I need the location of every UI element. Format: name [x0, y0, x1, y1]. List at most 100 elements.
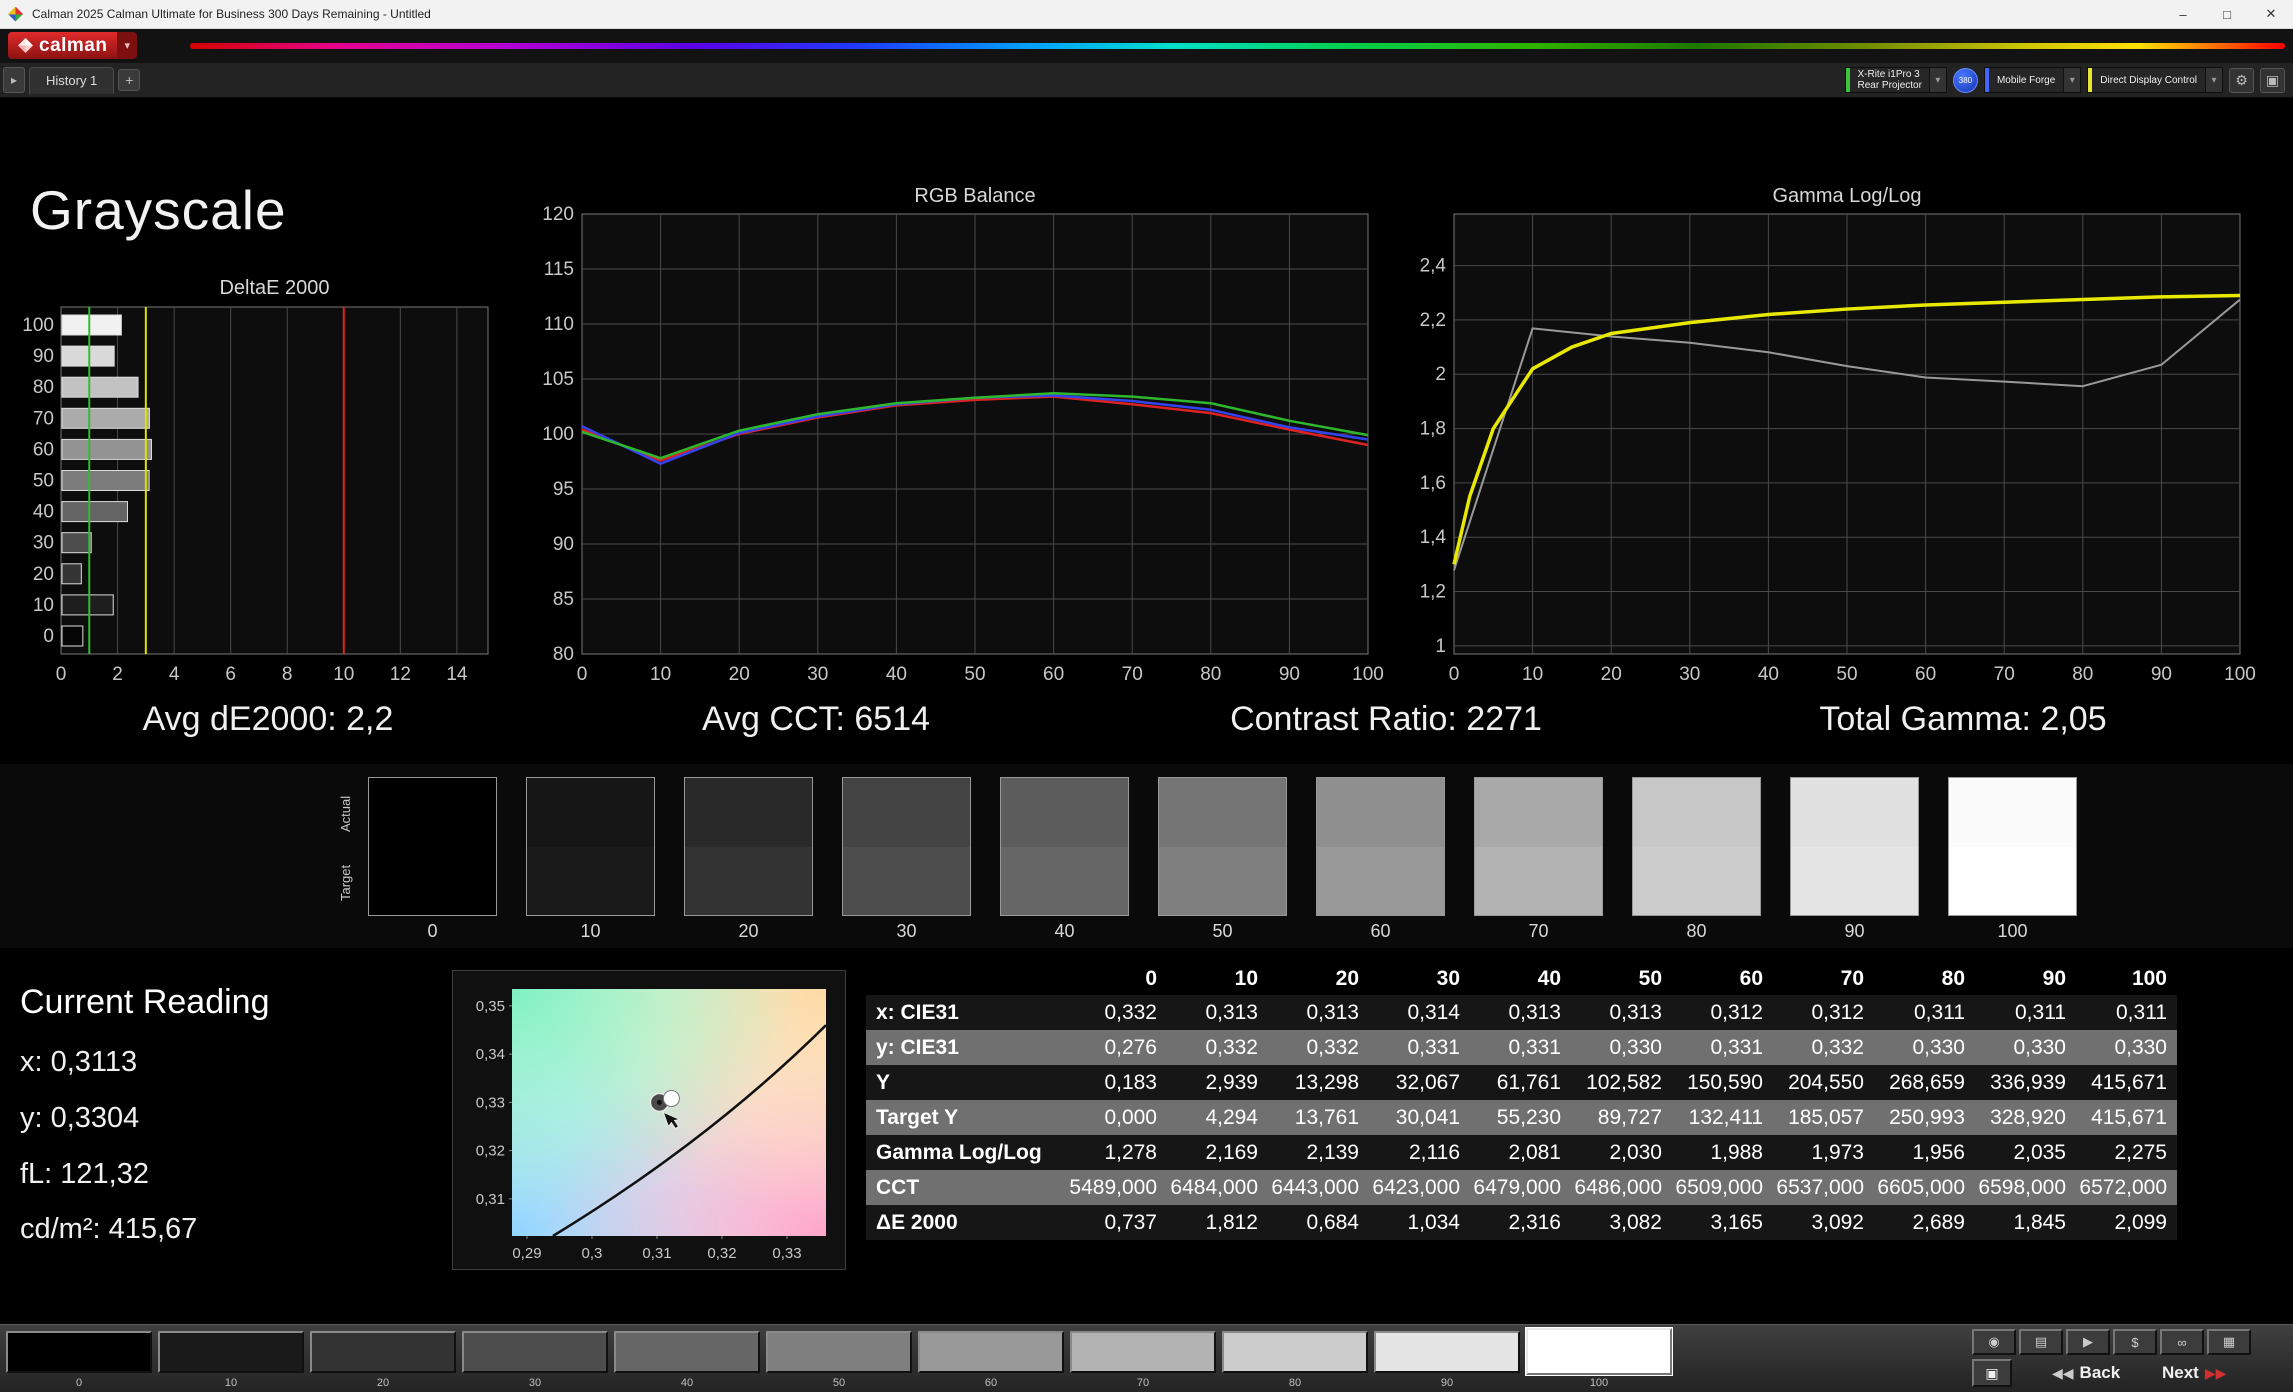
table-row: y: CIE31 0,276 0,332 0,332 0,331 0,331 0,330 0,…	[866, 1030, 2177, 1065]
minimize-button[interactable]: –	[2161, 0, 2205, 28]
table-cell: 2,139	[1306, 1140, 1359, 1164]
chevron-down-icon[interactable]: ▾	[2063, 68, 2081, 92]
meter-selector[interactable]: X-Rite i1Pro 3 Rear Projector ▾	[1845, 67, 1947, 93]
chevron-down-icon[interactable]: ▾	[2205, 68, 2222, 92]
back-button[interactable]: ◀◀ Back	[2052, 1359, 2120, 1387]
measured-point-marker	[662, 1089, 680, 1107]
swatch-actual	[527, 778, 654, 847]
column-header: 60	[1739, 967, 1763, 990]
session-tab-bar: ▸ History 1 + X-Rite i1Pro 3 Rear Projec…	[0, 63, 2293, 98]
deltae-bar-100	[61, 314, 122, 336]
patch-button-20[interactable]	[310, 1331, 456, 1373]
deltae-bar-90	[61, 345, 115, 367]
chevron-down-icon[interactable]: ▾	[1928, 68, 1946, 92]
tick-label: 115	[544, 259, 574, 280]
tick-label: 90	[33, 346, 54, 367]
tick-label: 4	[169, 664, 180, 685]
patch-button-50[interactable]	[766, 1331, 912, 1373]
table-cell: 0,000	[1104, 1105, 1157, 1129]
table-cell: 0,312	[1710, 1000, 1763, 1024]
grayscale-swatch-0	[368, 777, 497, 916]
meter-status-badge[interactable]: 380	[1952, 67, 1978, 93]
tick-label: 20	[33, 564, 54, 585]
tab-history-1[interactable]: History 1	[29, 66, 115, 94]
continuous-measure-icon[interactable]: ∞	[2160, 1329, 2204, 1355]
table-cell: 4,294	[1205, 1105, 1258, 1129]
patch-button-90[interactable]	[1374, 1331, 1520, 1373]
settings-gear-button[interactable]: ⚙	[2229, 67, 2254, 93]
current-reading-title: Current Reading	[20, 983, 270, 1021]
swatch-level-label: 40	[1054, 921, 1075, 941]
patch-button-0[interactable]	[6, 1331, 152, 1373]
close-button[interactable]: ✕	[2249, 0, 2293, 28]
table-cell: 6423,000	[1372, 1175, 1460, 1199]
swatch-actual	[1633, 778, 1760, 847]
row-label: y: CIE31	[876, 1035, 959, 1059]
patch-button-80[interactable]	[1222, 1331, 1368, 1373]
history-expander-button[interactable]: ▸	[3, 67, 25, 93]
pattern-bottom-bar: ◉ ▤ ▶ $ ∞ ▦ ▣ ◀◀ Back Next ▶▶ 0 10 20 30 40 50 60 70…	[0, 1324, 2293, 1392]
table-cell: 32,067	[1395, 1070, 1460, 1094]
table-cell: 30,041	[1395, 1105, 1460, 1129]
grayscale-swatch-60	[1316, 777, 1445, 916]
calman-diamond-icon	[18, 38, 33, 53]
calman-menu-button[interactable]: calman ▾	[8, 32, 138, 59]
table-cell: 3,082	[1609, 1210, 1662, 1234]
source-selector[interactable]: Mobile Forge ▾	[1983, 67, 2082, 93]
maximize-button[interactable]: □	[2205, 0, 2249, 28]
row-label: ΔE 2000	[876, 1210, 958, 1234]
patch-button-40[interactable]	[614, 1331, 760, 1373]
patch-button-70[interactable]	[1070, 1331, 1216, 1373]
pattern-window-icon[interactable]: ▤	[2019, 1329, 2063, 1355]
table-cell: 0,684	[1306, 1210, 1359, 1234]
levels-icon[interactable]: ▦	[2207, 1329, 2251, 1355]
table-cell: 2,939	[1205, 1070, 1258, 1094]
table-cell: 0,276	[1104, 1035, 1157, 1059]
add-tab-button[interactable]: +	[118, 69, 141, 91]
patch-level-label: 10	[224, 1377, 238, 1389]
main-toolbar: calman ▾	[0, 29, 2293, 63]
column-header: 80	[1941, 967, 1965, 990]
table-cell: 2,081	[1508, 1140, 1561, 1164]
column-header: 40	[1537, 967, 1561, 990]
patch-button-60[interactable]	[918, 1331, 1064, 1373]
tick-label: 6	[225, 664, 236, 685]
chart-title: RGB Balance	[914, 186, 1035, 207]
license-icon[interactable]: $	[2113, 1329, 2157, 1355]
next-button[interactable]: Next ▶▶	[2162, 1359, 2226, 1387]
swatch-level-label: 10	[580, 921, 601, 941]
table-cell: 13,761	[1294, 1105, 1359, 1129]
grayscale-swatch-100	[1948, 777, 2077, 916]
tick-label: 40	[886, 664, 907, 685]
meter-icon[interactable]: ◉	[1972, 1329, 2016, 1355]
table-cell: 6479,000	[1473, 1175, 1561, 1199]
swatch-level-label: 100	[1997, 921, 2028, 941]
tick-label: 0	[577, 664, 588, 685]
grayscale-swatch-30	[842, 777, 971, 916]
table-cell: 0,311	[2116, 1000, 2167, 1024]
chevron-down-icon[interactable]: ▾	[117, 32, 138, 59]
display-control-selector[interactable]: Direct Display Control ▾	[2087, 67, 2223, 93]
deltae-bar-70	[61, 407, 150, 429]
reading-fl: fL: 121,32	[20, 1158, 149, 1190]
table-cell: 415,671	[2091, 1070, 2167, 1094]
panel-toggle-button[interactable]: ▣	[2260, 67, 2285, 93]
tick-label: 0,29	[512, 1245, 541, 1262]
play-icon[interactable]: ▶	[2066, 1329, 2110, 1355]
swatch-level-label: 60	[1370, 921, 1391, 941]
patch-button-100[interactable]	[1526, 1328, 1672, 1375]
patch-button-10[interactable]	[158, 1331, 304, 1373]
tick-label: 10	[33, 595, 54, 616]
table-cell: 2,099	[2114, 1210, 2167, 1234]
swatch-actual	[1475, 778, 1602, 847]
stop-pattern-button[interactable]: ▣	[1972, 1359, 2012, 1387]
tick-label: 80	[1200, 664, 1221, 685]
grayscale-swatch-40	[1000, 777, 1129, 916]
table-cell: 5489,000	[1069, 1175, 1157, 1199]
reading-cdm2: cd/m²: 415,67	[20, 1213, 198, 1245]
chart-title: DeltaE 2000	[219, 277, 329, 299]
patch-button-30[interactable]	[462, 1331, 608, 1373]
table-cell: 2,689	[1912, 1210, 1965, 1234]
table-cell: 0,314	[1407, 1000, 1460, 1024]
avg-cct-stat: Avg CCT: 6514	[701, 700, 931, 738]
